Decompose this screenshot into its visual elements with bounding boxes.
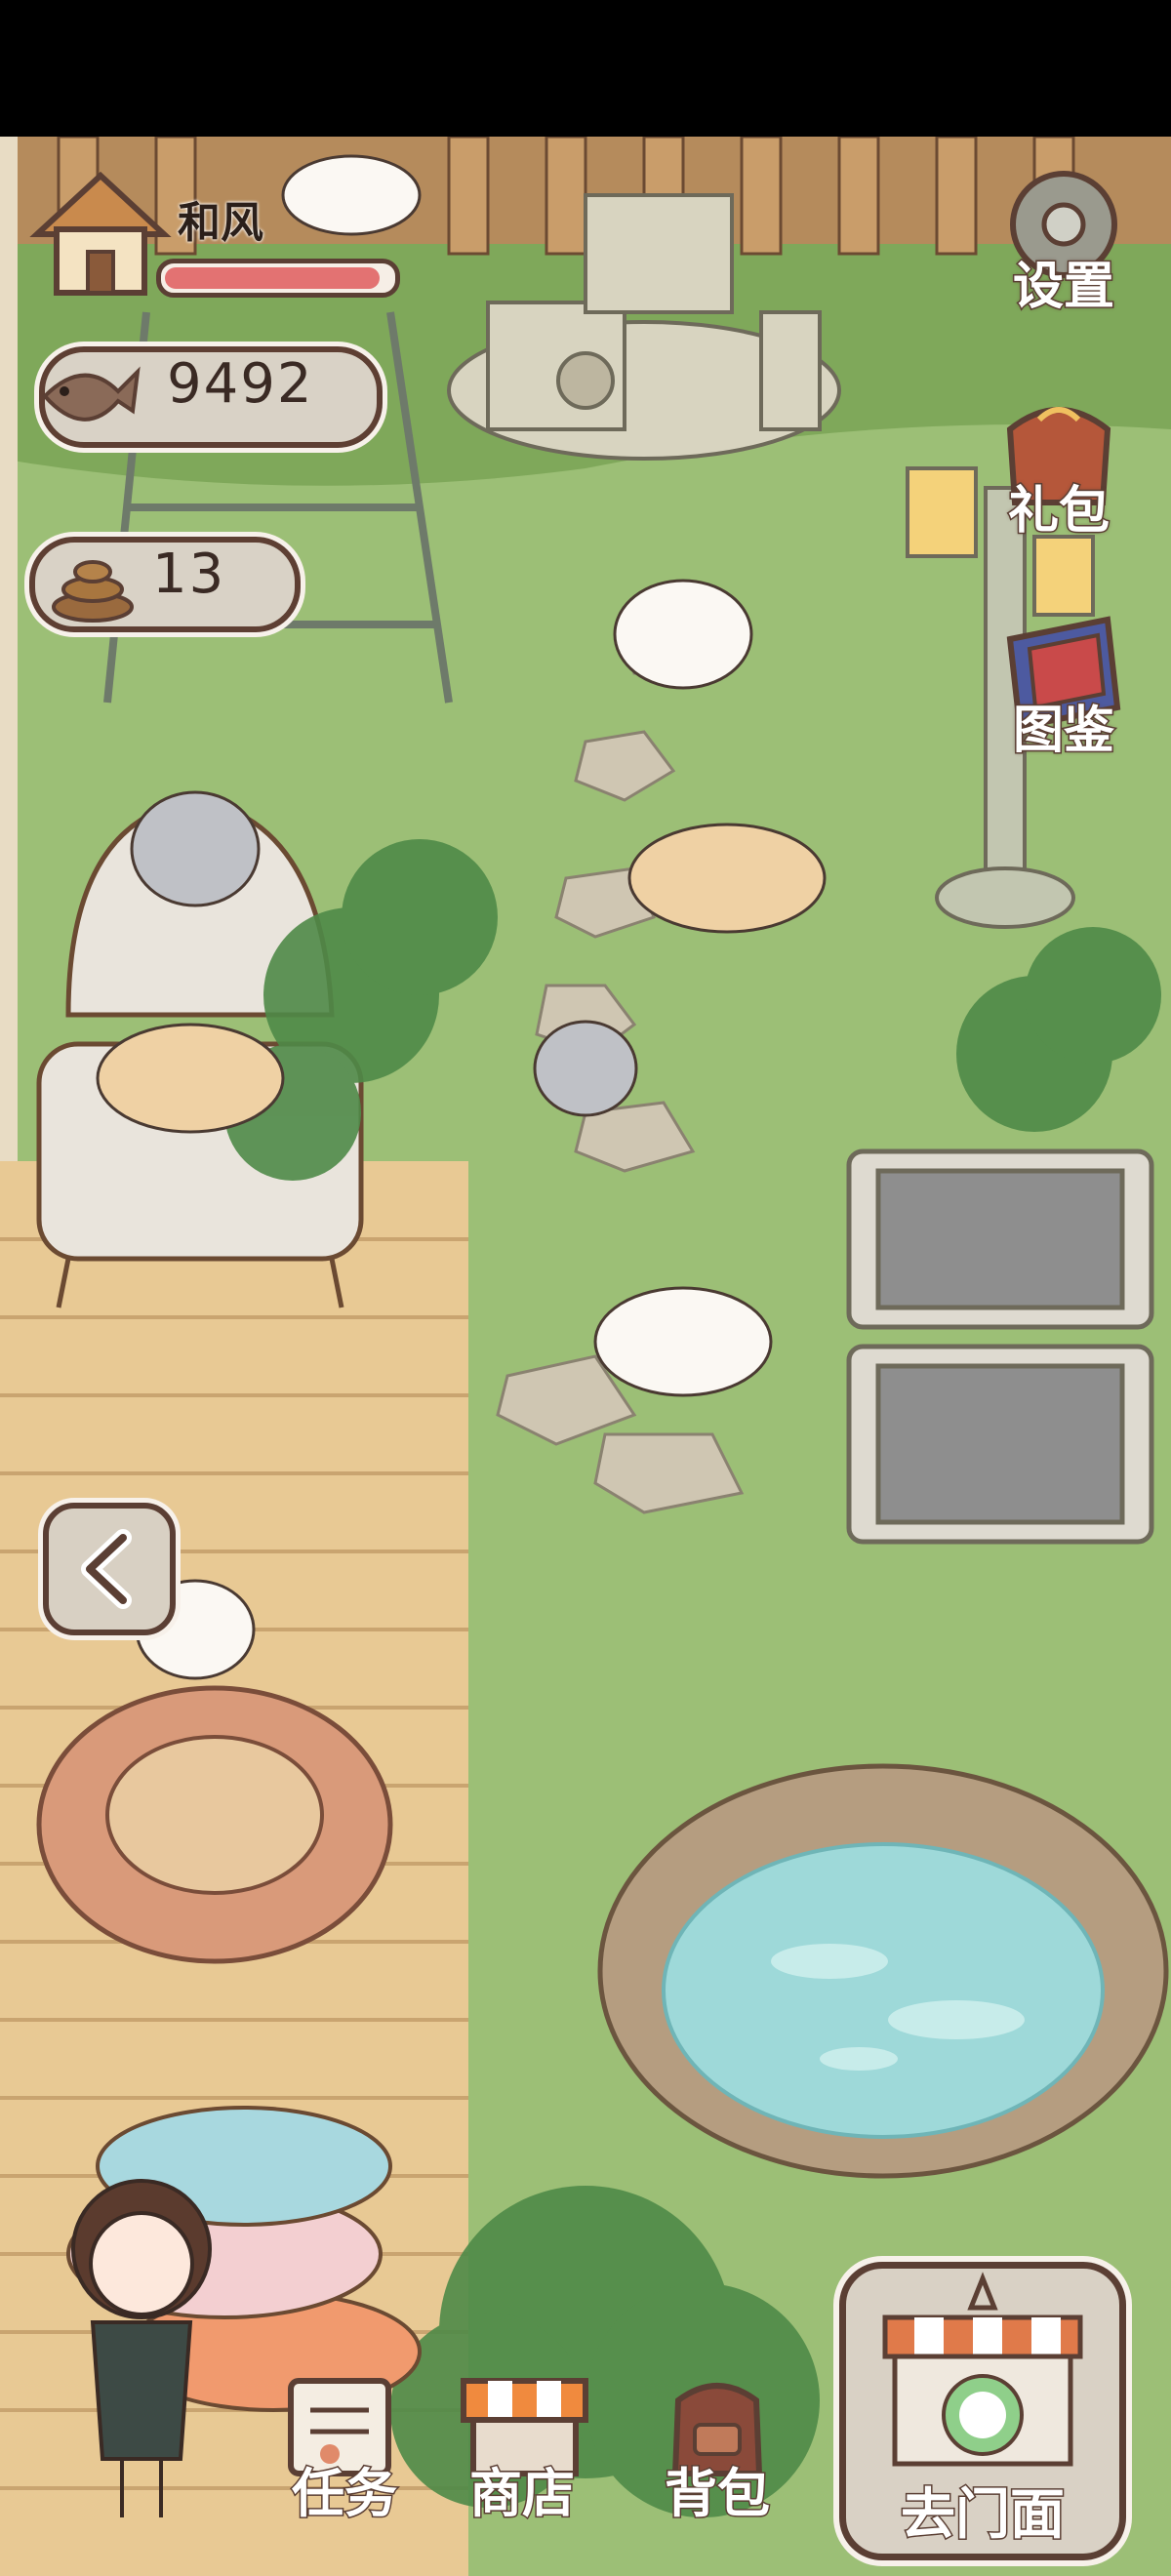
poop-count: 13: [152, 543, 226, 606]
go-to-store-label: 去门面: [900, 2482, 1067, 2549]
backpack-label: 背包: [664, 2462, 772, 2526]
fish-counter: 9492: [39, 346, 383, 448]
back-button[interactable]: [43, 1503, 176, 1635]
gift-button[interactable]: 礼包: [986, 390, 1132, 543]
go-to-store-button[interactable]: 去门面: [839, 2262, 1126, 2560]
status-bar: [0, 0, 1171, 137]
storefront-icon: [882, 2272, 1083, 2467]
player-exp-bar: [156, 259, 400, 298]
player-name: 和风: [178, 198, 263, 248]
gift-label: 礼包: [1006, 481, 1110, 543]
settings-label: 设置: [1011, 257, 1115, 318]
poop-icon: [52, 560, 134, 623]
tasks-label: 任务: [291, 2462, 399, 2526]
shop-label: 商店: [468, 2462, 577, 2526]
house-icon[interactable]: [27, 166, 174, 302]
backpack-button[interactable]: 背包: [644, 2371, 790, 2527]
fish-icon: [42, 366, 141, 422]
tasks-button[interactable]: 任务: [271, 2371, 418, 2527]
poop-counter: 13: [29, 537, 301, 632]
settings-button[interactable]: 设置: [990, 166, 1137, 318]
shop-button[interactable]: 商店: [449, 2371, 595, 2527]
chevron-left-icon: [81, 1529, 132, 1609]
player-exp-fill: [165, 267, 380, 289]
collection-button[interactable]: 图鉴: [990, 610, 1137, 762]
fish-count: 9492: [167, 352, 314, 416]
collection-label: 图鉴: [1011, 701, 1115, 762]
